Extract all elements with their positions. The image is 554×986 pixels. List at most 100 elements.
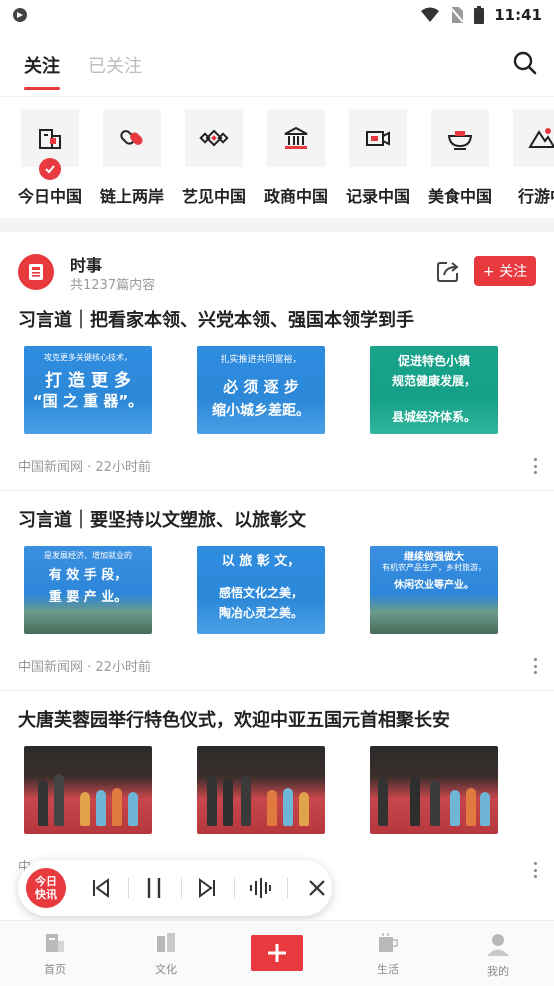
tab-culture[interactable]: 文化 [136,931,196,977]
book-icon [157,933,175,952]
tab-home[interactable]: 首页 [25,931,85,977]
no-sim-icon [450,7,465,23]
thumb-caption-big: 重 要 产 业。 [48,590,128,605]
source-avatar[interactable] [18,254,54,290]
home-icon [46,934,64,952]
article-thumbnail[interactable]: 扎实推进共同富裕， 必 须 逐 步 缩小城乡差距。 [197,346,325,434]
plus-icon [268,944,286,962]
section-divider [0,218,554,232]
channel-label: 政商中国 [263,187,328,206]
channel-food-china[interactable]: 美食中国 [419,109,501,207]
photo-figure [207,776,217,826]
building-icon [39,129,61,149]
badge-line: 今日 [35,875,57,888]
player-divider [234,878,235,898]
photo-figure [128,792,138,826]
article-title[interactable]: 习言道｜要坚持以文塑旅、以旅彰文 [18,506,306,532]
thumb-caption-big: 打 造 更 多 [45,371,131,391]
channel-label: 记录中国 [345,187,410,206]
channel-today-china[interactable]: 今日中国 [9,109,91,207]
photo-figure [80,792,90,826]
publish-button[interactable] [251,935,303,971]
article-divider [0,490,554,491]
tab-following[interactable]: 关注 [24,40,60,90]
previous-track-icon[interactable] [88,875,114,901]
close-icon[interactable] [304,875,330,901]
channel-icon-box [21,109,79,180]
video-camera-icon [366,131,390,146]
article-thumbnail[interactable]: 促进特色小镇 规范健康发展， 县城经济体系。 [370,346,498,434]
article-meta: 中国新闻网 · 22小时前 [18,460,151,475]
thumb-caption-big: 休闲农业等产业。 [394,580,474,591]
channel-cross-strait[interactable]: 链上两岸 [91,109,173,207]
search-icon[interactable] [512,50,538,76]
article-thumbnail[interactable]: 攻克更多关键核心技术， 打 造 更 多 “国 之 重 器”。 [24,346,152,434]
photo-figure [299,792,309,826]
article-title[interactable]: 习言道｜把看家本领、兴党本领、强国本领学到手 [18,306,414,332]
article-thumbnail[interactable] [197,746,325,834]
player-divider [181,878,182,898]
article-thumbnail[interactable] [370,746,498,834]
tab-me[interactable]: 我的 [468,931,528,979]
top-nav: 关注 已关注 [0,40,554,90]
photo-figure [96,790,106,826]
next-track-icon[interactable] [194,875,220,901]
more-options-icon[interactable] [530,862,540,878]
thumb-caption-big: 缩小城乡差距。 [212,403,310,419]
channel-icon-box [267,109,325,167]
pause-icon[interactable] [141,875,167,901]
tab-label: 文化 [155,963,177,976]
thumb-caption-small: 促进特色小镇 [397,354,470,368]
article-divider [0,690,554,691]
thumb-caption-big: 必 须 逐 步 [223,378,299,396]
share-icon[interactable] [434,258,462,286]
thumb-caption-small: 扎实推进共同富裕， [220,355,302,365]
cup-icon [379,933,398,952]
audio-wave-icon[interactable] [247,875,273,901]
channel-record-china[interactable]: 记录中国 [337,109,419,207]
photo-figure [283,788,293,826]
badge-line: 快讯 [35,888,57,901]
thumb-caption-big: 县城经济体系。 [391,410,476,424]
government-hall-icon [284,126,308,149]
photo-figure [54,774,64,826]
photo-figure [267,790,277,826]
thumb-caption-small: 继续做强做大 [404,552,464,563]
channel-label: 行游中 [517,187,554,206]
more-options-icon[interactable] [530,658,540,674]
article-thumbnail[interactable]: 是发展经济、增加就业的 有 效 手 段， 重 要 产 业。 [24,546,152,634]
article-thumbnail[interactable]: 继续做强做大 有机农产品生产，乡村旅游， 休闲农业等产业。 [370,546,498,634]
tab-label: 生活 [377,963,399,976]
chain-link-icon [120,130,143,145]
photo-figure [112,788,122,826]
tab-followed[interactable]: 已关注 [88,40,142,90]
channel-gov-business[interactable]: 政商中国 [255,109,337,207]
follow-button[interactable]: + 关注 [474,256,536,286]
tab-life[interactable]: 生活 [358,931,418,977]
photo-figure [480,792,490,826]
more-options-icon[interactable] [530,458,540,474]
tab-label: 我的 [487,965,509,978]
food-bowl-icon [447,131,473,150]
checked-badge-icon [39,158,61,180]
news-flash-badge[interactable]: 今日 快讯 [26,868,66,908]
channel-icon-box [349,109,407,167]
tab-label: 首页 [44,963,66,976]
photo-figure [38,780,48,826]
channel-art-china[interactable]: 艺见中国 [173,109,255,207]
channel-icon-box [513,109,554,167]
source-name[interactable]: 时事 [70,252,102,276]
thumb-caption-small: 以 旅 彰 文， [221,554,301,569]
newspaper-icon [29,264,43,280]
source-header: 时事 共1237篇内容 + 关注 [0,250,554,296]
channel-travel-china[interactable]: 行游中 [501,109,554,207]
photo-figure [410,776,420,826]
status-time: 11:41 [494,6,542,24]
photo-figure [223,778,233,826]
photo-figure [378,778,388,826]
article-thumbnail[interactable] [24,746,152,834]
article-thumbnail[interactable]: 以 旅 彰 文， 感悟文化之美， 陶冶心灵之美。 [197,546,325,634]
channel-label: 美食中国 [427,187,492,206]
article-title[interactable]: 大唐芙蓉园举行特色仪式，欢迎中亚五国元首相聚长安 [18,706,450,732]
audio-player: 今日 快讯 [18,860,332,916]
